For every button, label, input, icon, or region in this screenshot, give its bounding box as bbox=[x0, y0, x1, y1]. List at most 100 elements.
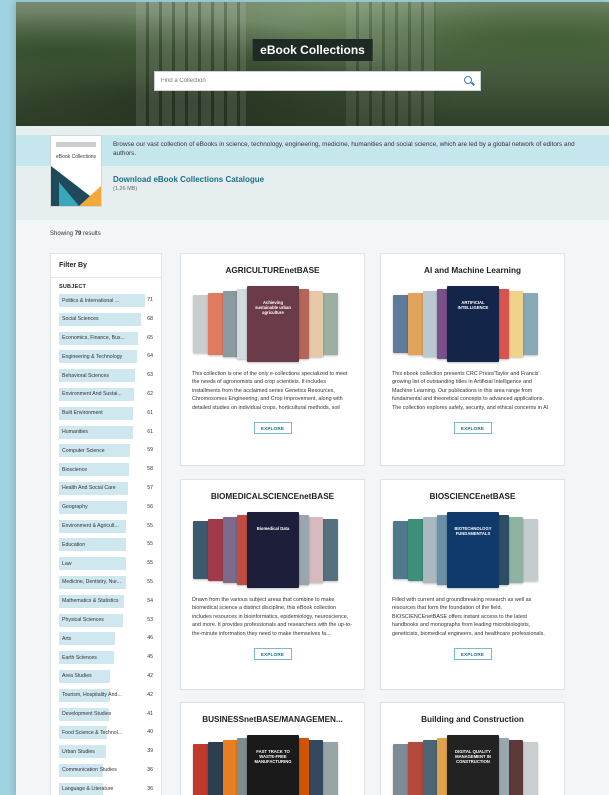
subject-filter-item[interactable]: Built Environment 61 bbox=[59, 406, 153, 420]
featured-book-cover: BIOTECHNOLOGY FUNDAMENTALS bbox=[447, 512, 499, 588]
subject-filter-label: Computer Science bbox=[62, 447, 105, 454]
subject-filter-item[interactable]: Earth Sciences 45 bbox=[59, 651, 153, 665]
featured-book-cover: ARTIFICIAL INTELLIGENCE bbox=[447, 286, 499, 362]
download-catalogue-link[interactable]: Download eBook Collections Catalogue bbox=[113, 175, 264, 184]
subject-filter-item[interactable]: Urban Studies 39 bbox=[59, 745, 153, 759]
collection-card: AGRICULTUREnetBASE Achieving sustainable … bbox=[180, 253, 365, 466]
subject-filter-item[interactable]: Area Studies 42 bbox=[59, 669, 153, 683]
subject-filter-item[interactable]: Politics & International ... 71 bbox=[59, 294, 153, 307]
collection-description: Filled with current and groundbreaking r… bbox=[392, 597, 545, 637]
subject-filter-count: 68 bbox=[147, 315, 153, 322]
explore-button[interactable]: EXPLORE bbox=[253, 422, 292, 434]
subject-filter-count: 42 bbox=[147, 672, 153, 679]
subject-filter-label: Food Science & Technol... bbox=[62, 729, 123, 736]
subject-filter-count: 45 bbox=[147, 654, 153, 661]
subject-filter-item[interactable]: Environment & Agricult... 55 bbox=[59, 519, 153, 533]
subject-filter-label: Behavioral Sciences bbox=[62, 372, 110, 379]
page: eBook Collections eBook Collections Brow… bbox=[16, 2, 609, 795]
subject-filter-item[interactable]: Behavioral Sciences 63 bbox=[59, 369, 153, 383]
results-count: Showing 79 results bbox=[50, 231, 101, 237]
intro-description: Browse our vast collection of eBooks in … bbox=[113, 141, 575, 157]
subject-filter-item[interactable]: Food Science & Technol... 40 bbox=[59, 726, 153, 740]
subject-filter-item[interactable]: Arts 46 bbox=[59, 632, 153, 646]
collection-description: This ebook collection presents CRC Press… bbox=[392, 371, 549, 411]
subject-filter-label: Urban Studies bbox=[62, 748, 95, 755]
subject-filter-item[interactable]: Health And Social Care 57 bbox=[59, 481, 153, 495]
subject-filter-label: Physical Sciences bbox=[62, 617, 104, 624]
subject-filter-label: Economics, Finance, Bus... bbox=[62, 335, 125, 342]
search-input[interactable] bbox=[161, 78, 464, 84]
subject-filter-item[interactable]: Development Studies 41 bbox=[59, 707, 153, 721]
subject-filter-item[interactable]: Economics, Finance, Bus... 65 bbox=[59, 331, 153, 345]
publisher-logo bbox=[56, 142, 96, 147]
subject-filter-label: Law bbox=[62, 560, 72, 567]
explore-button[interactable]: EXPLORE bbox=[453, 648, 492, 660]
collection-card: BIOMEDICALSCIENCEnetBASE Biomedical Data D… bbox=[180, 479, 365, 690]
featured-book-cover: Biomedical Data bbox=[247, 512, 299, 588]
subject-filter-count: 54 bbox=[147, 597, 153, 604]
subject-filter-label: Built Environment bbox=[62, 410, 103, 417]
subject-filter-item[interactable]: Law 55 bbox=[59, 557, 153, 571]
book-covers: FAST TRACK TO WASTE-FREE MANUFACTURING bbox=[181, 734, 364, 795]
subject-filter-count: 36 bbox=[147, 785, 153, 792]
subject-filter-count: 58 bbox=[147, 466, 153, 473]
subject-filter-label: Humanities bbox=[62, 429, 88, 436]
subject-filter-item[interactable]: Humanities 61 bbox=[59, 425, 153, 439]
download-size: (1.26 MB) bbox=[113, 186, 138, 192]
subject-filter-label: Communication Studies bbox=[62, 767, 117, 774]
subject-filter-count: 64 bbox=[147, 353, 153, 360]
subject-filter-label: Environment And Sustai... bbox=[62, 391, 122, 398]
subject-filter-item[interactable]: Engineering & Technology 64 bbox=[59, 350, 153, 364]
subject-filter-count: 62 bbox=[147, 390, 153, 397]
featured-book-title: Biomedical Data bbox=[256, 526, 290, 531]
subject-filter-item[interactable]: Computer Science 59 bbox=[59, 444, 153, 458]
subject-filter-count: 65 bbox=[147, 334, 153, 341]
subject-filter-count: 57 bbox=[147, 484, 153, 491]
collection-card: BIOSCIENCEnetBASE BIOTECHNOLOGY FUNDAMENT… bbox=[380, 479, 565, 690]
subject-filter-label: Tourism, Hospitality And... bbox=[62, 692, 122, 699]
book-covers: DIGITAL QUALITY MANAGEMENT IN CONSTRUCTI… bbox=[381, 734, 564, 795]
subject-filter-item[interactable]: Geography 56 bbox=[59, 500, 153, 514]
subject-filter-count: 42 bbox=[147, 691, 153, 698]
explore-button[interactable]: EXPLORE bbox=[453, 422, 492, 434]
book-covers: Achieving sustainable urban agriculture bbox=[181, 285, 364, 363]
subject-filter-item[interactable]: Social Sciences 68 bbox=[59, 312, 153, 326]
subject-filter-count: 40 bbox=[147, 729, 153, 736]
subject-filter-item[interactable]: Bioscience 58 bbox=[59, 463, 153, 477]
subject-filter-item[interactable]: Physical Sciences 53 bbox=[59, 613, 153, 627]
collection-card: AI and Machine Learning ARTIFICIAL INTELL… bbox=[380, 253, 565, 466]
subject-filter-item[interactable]: Medicine, Dentistry, Nur... 55 bbox=[59, 575, 153, 589]
featured-book-title: ARTIFICIAL INTELLIGENCE bbox=[457, 300, 489, 310]
subject-filter-label: Health And Social Care bbox=[62, 485, 116, 492]
subject-filter-item[interactable]: Environment And Sustai... 62 bbox=[59, 387, 153, 401]
subject-filter-label: Mathematics & Statistics bbox=[62, 598, 119, 605]
subject-filter-count: 71 bbox=[147, 297, 153, 303]
collection-title[interactable]: Building and Construction bbox=[381, 715, 564, 724]
collection-title[interactable]: AGRICULTUREnetBASE bbox=[181, 266, 364, 275]
collection-title[interactable]: AI and Machine Learning bbox=[381, 266, 564, 275]
subject-filter-label: Social Sciences bbox=[62, 316, 99, 323]
subject-filter-label: Arts bbox=[62, 635, 72, 642]
collection-search bbox=[154, 71, 481, 91]
subject-filter-item[interactable]: Language & Literature 36 bbox=[59, 782, 153, 795]
subject-filter-count: 55 bbox=[147, 560, 153, 567]
subject-filter-label: Education bbox=[62, 541, 86, 548]
subject-filter-label: Earth Sciences bbox=[62, 654, 97, 661]
explore-button[interactable]: EXPLORE bbox=[253, 648, 292, 660]
subject-filter-item[interactable]: Mathematics & Statistics 54 bbox=[59, 594, 153, 608]
subject-filter-item[interactable]: Communication Studies 36 bbox=[59, 763, 153, 777]
subject-filter-item[interactable]: Education 55 bbox=[59, 538, 153, 552]
subject-heading: SUBJECT bbox=[59, 284, 87, 290]
book-covers: Biomedical Data bbox=[181, 511, 364, 589]
subject-filter-count: 61 bbox=[147, 428, 153, 435]
subject-filter-label: Geography bbox=[62, 504, 88, 511]
subject-filter-count: 41 bbox=[147, 710, 153, 717]
filter-heading: Filter By bbox=[51, 254, 161, 278]
collection-title[interactable]: BUSINESSnetBASE/MANAGEMEN... bbox=[181, 715, 364, 724]
catalogue-cover-image[interactable]: eBook Collections bbox=[50, 135, 102, 207]
collection-title[interactable]: BIOMEDICALSCIENCEnetBASE bbox=[181, 492, 364, 501]
search-icon[interactable] bbox=[464, 76, 474, 86]
collection-title[interactable]: BIOSCIENCEnetBASE bbox=[381, 492, 564, 501]
subject-filter-list: Politics & International ... 71 Social Sci… bbox=[51, 294, 161, 795]
subject-filter-item[interactable]: Tourism, Hospitality And... 42 bbox=[59, 688, 153, 702]
